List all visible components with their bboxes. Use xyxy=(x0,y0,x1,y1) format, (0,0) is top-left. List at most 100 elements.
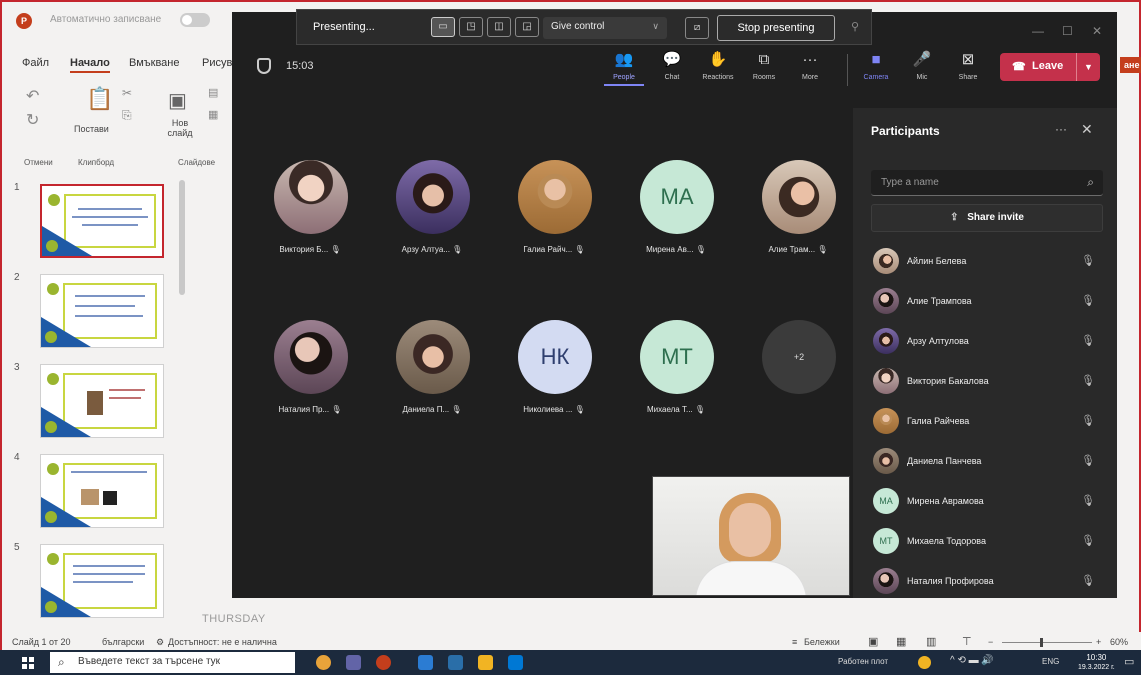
store-icon[interactable] xyxy=(448,655,463,670)
people-button[interactable]: 👥 People xyxy=(604,50,644,86)
slide-thumbnail[interactable] xyxy=(40,454,164,528)
zoom-level[interactable]: 60% xyxy=(1110,637,1128,647)
reset-icon[interactable]: ▦ xyxy=(208,108,218,121)
normal-view-icon[interactable]: ▣ xyxy=(868,635,878,648)
redo-icon[interactable]: ↻ xyxy=(26,110,39,130)
undo-icon[interactable]: ↶ xyxy=(26,86,39,106)
give-control-dropdown[interactable]: Give control ∨ xyxy=(543,17,667,39)
participant-tile[interactable]: МТ Михаела Т... 🎙︎ xyxy=(616,320,736,430)
windows-start-icon[interactable] xyxy=(22,657,34,669)
leave-options-chevron-icon[interactable]: ▼ xyxy=(1076,53,1100,81)
participant-tile[interactable]: Арзу Алтуа... 🎙︎ xyxy=(372,160,492,270)
reactions-button[interactable]: ✋ Reactions xyxy=(698,50,738,81)
zoom-in-icon[interactable]: + xyxy=(1096,637,1101,647)
taskbar-search[interactable]: ⌕ Въведете текст за търсене тук xyxy=(50,652,295,673)
menu-draw[interactable]: Рисув xyxy=(202,57,232,69)
participant-tile[interactable]: НК Николиева ... 🎙︎ xyxy=(494,320,614,430)
ppt-tab-edge[interactable]: ане xyxy=(1120,57,1141,73)
reading-view-icon[interactable]: ▥ xyxy=(926,635,936,648)
reporter-mode-icon[interactable]: ◲ xyxy=(515,17,539,37)
rooms-button[interactable]: ⧉ Rooms xyxy=(744,50,784,81)
camera-button[interactable]: ■ Camera xyxy=(856,50,896,81)
skype-icon[interactable] xyxy=(508,655,523,670)
overflow-participants-tile[interactable]: +2 xyxy=(738,320,858,430)
minimize-icon[interactable]: — xyxy=(1032,24,1044,38)
standout-mode-icon[interactable]: ◳ xyxy=(459,17,483,37)
layout-icon[interactable]: ▤ xyxy=(208,86,218,99)
stop-sharing-icon[interactable]: ⧄ xyxy=(685,17,709,39)
menu-home[interactable]: Начало xyxy=(70,57,110,73)
paste-icon[interactable]: 📋 xyxy=(86,86,113,112)
participant-tile[interactable]: Галиа Райч... 🎙︎ xyxy=(494,160,614,270)
participant-tile[interactable]: Алие Трам... 🎙︎ xyxy=(738,160,858,270)
new-slide-label[interactable]: Нов слайд xyxy=(162,118,198,138)
share-button[interactable]: ⊠ Share xyxy=(948,50,988,81)
teams-icon[interactable] xyxy=(346,655,361,670)
side-by-side-mode-icon[interactable]: ◫ xyxy=(487,17,511,37)
content-only-mode-icon[interactable]: ▭ xyxy=(431,17,455,37)
participant-list-item[interactable]: Наталия Профирова 🎙︎ xyxy=(869,562,1105,598)
mic-button[interactable]: 🎤 Mic xyxy=(902,50,942,81)
zoom-slider[interactable] xyxy=(1002,642,1092,643)
desktop-label[interactable]: Работен плот xyxy=(838,657,888,666)
notes-button[interactable]: Бележки xyxy=(804,637,840,647)
paste-label[interactable]: Постави xyxy=(74,124,109,134)
accessibility-status[interactable]: Достъпност: не е налична xyxy=(168,637,277,647)
participant-name: Михаела Т... xyxy=(646,405,693,414)
participant-name: Даниела П... xyxy=(402,405,450,414)
thumbnail-scrollbar[interactable] xyxy=(179,180,185,295)
share-invite-button[interactable]: ⇪ Share invite xyxy=(871,204,1103,232)
more-button[interactable]: ··· More xyxy=(790,50,830,81)
participant-tile[interactable]: Виктория Б... 🎙︎ xyxy=(250,160,370,270)
search-placeholder: Type a name xyxy=(881,177,939,188)
menu-insert[interactable]: Вмъкване xyxy=(129,57,180,69)
participant-tile[interactable]: Даниела П... 🎙︎ xyxy=(372,320,492,430)
close-window-icon[interactable]: ✕ xyxy=(1092,24,1102,38)
slide-thumbnail[interactable] xyxy=(40,184,164,258)
slide-thumbnail[interactable] xyxy=(40,364,164,438)
language-status[interactable]: български xyxy=(102,637,144,647)
share-invite-icon: ⇪ xyxy=(950,212,959,223)
participant-tile[interactable]: МА Мирена Ав... 🎙︎ xyxy=(616,160,736,270)
self-video-preview[interactable] xyxy=(652,476,850,596)
weather-icon[interactable] xyxy=(918,656,931,669)
file-explorer-icon[interactable] xyxy=(478,655,493,670)
slide-thumbnail[interactable] xyxy=(40,544,164,618)
zoom-slider-handle[interactable] xyxy=(1040,638,1043,647)
participant-list-item[interactable]: Даниела Панчева 🎙︎ xyxy=(869,442,1105,482)
participant-search-input[interactable]: Type a name ⌕ xyxy=(871,170,1103,196)
maximize-icon[interactable]: ☐ xyxy=(1062,24,1073,38)
slide-thumbnail[interactable] xyxy=(40,274,164,348)
participant-list-item[interactable]: МТ Михаела Тодорова 🎙︎ xyxy=(869,522,1105,562)
participant-list-item[interactable]: Айлин Белева 🎙︎ xyxy=(869,242,1105,282)
close-icon[interactable]: ✕ xyxy=(1081,121,1093,138)
panel-more-icon[interactable]: ··· xyxy=(1055,122,1067,136)
stop-presenting-button[interactable]: Stop presenting xyxy=(717,15,835,41)
cut-icon[interactable]: ✂ xyxy=(122,86,132,100)
zoom-out-icon[interactable]: − xyxy=(988,637,993,647)
slideshow-icon[interactable]: ⊤ xyxy=(962,635,972,648)
participant-list-item[interactable]: Алие Трампова 🎙︎ xyxy=(869,282,1105,322)
participant-tile[interactable]: Наталия Пр... 🎙︎ xyxy=(250,320,370,430)
mic-off-icon: 🎙︎ xyxy=(1081,495,1095,507)
pin-icon[interactable]: ⚲ xyxy=(851,20,859,33)
copy-icon[interactable]: ⎘ xyxy=(122,108,132,123)
chat-button[interactable]: 💬 Chat xyxy=(652,50,692,81)
taskbar-clock[interactable]: 10:30 19.3.2022 г. xyxy=(1078,653,1115,673)
notification-icon[interactable]: ▭ xyxy=(1124,655,1134,668)
participant-list-item[interactable]: Виктория Бакалова 🎙︎ xyxy=(869,362,1105,402)
language-indicator[interactable]: ENG xyxy=(1042,657,1059,666)
sorter-view-icon[interactable]: ▦ xyxy=(896,635,906,648)
powerpoint-taskbar-icon[interactable] xyxy=(376,655,391,670)
participant-list-item[interactable]: Галиа Райчева 🎙︎ xyxy=(869,402,1105,442)
menu-file[interactable]: Файл xyxy=(22,57,49,69)
autosave-toggle[interactable] xyxy=(180,13,210,27)
chrome-icon[interactable] xyxy=(316,655,331,670)
word-icon[interactable] xyxy=(418,655,433,670)
ppt-ribbon: ↶ ↻ 📋 Постави ✂ ⎘ ▣ Нов слайд ▤ ▦ Отмени… xyxy=(2,82,242,174)
tray-icons[interactable]: ^ ⟲ ▬ 🔊 xyxy=(950,655,994,666)
new-slide-icon[interactable]: ▣ xyxy=(168,88,187,113)
participant-list-item[interactable]: Арзу Алтулова 🎙︎ xyxy=(869,322,1105,362)
leave-button[interactable]: ☎ Leave ▼ xyxy=(1000,53,1100,81)
participant-list-item[interactable]: МА Мирена Аврамова 🎙︎ xyxy=(869,482,1105,522)
